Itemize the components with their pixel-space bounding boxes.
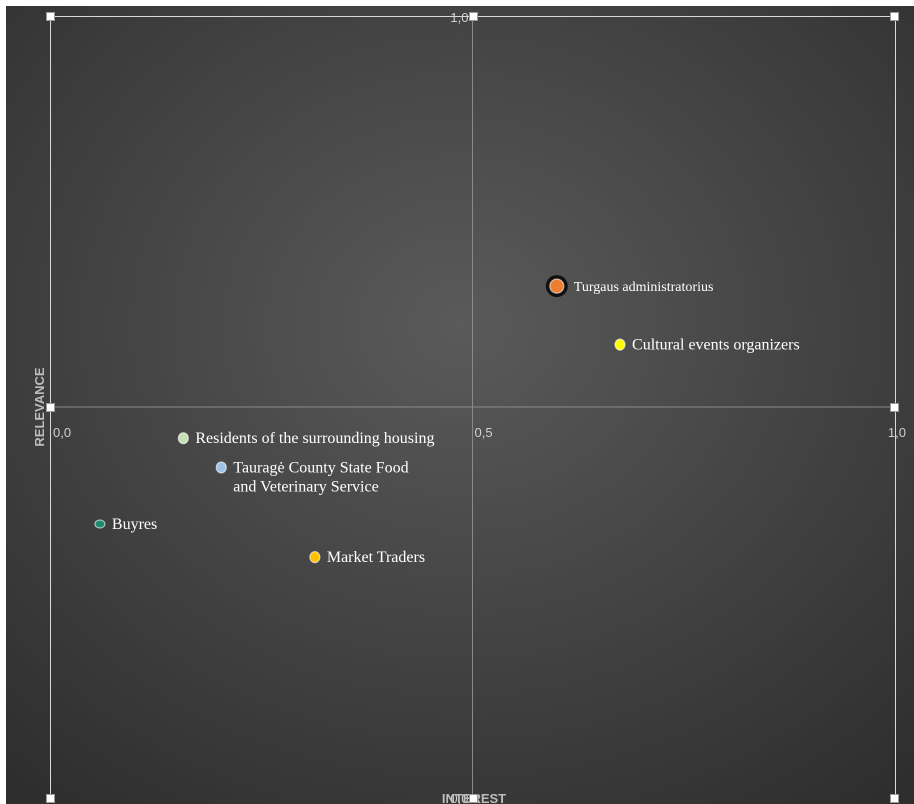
y-tick-label: 1,0 — [450, 10, 468, 25]
plot-background — [6, 6, 914, 804]
data-point — [309, 551, 321, 564]
point-label: Cultural events organizers — [632, 337, 800, 354]
point-label-line: and Veterinary Service — [233, 478, 378, 495]
x-tick-label: 0,0 — [53, 425, 71, 440]
data-point — [215, 461, 227, 474]
chart-area[interactable]: 0,0 0,5 1,0 1,0 0,0 Turgaus administratorius… — [0, 0, 914, 804]
resize-handle-top-center[interactable] — [469, 12, 478, 21]
point-label: Buyres — [112, 516, 157, 533]
point-label: Market Traders — [327, 549, 425, 566]
data-point — [177, 432, 189, 445]
resize-handle-top-right[interactable] — [890, 12, 899, 21]
point-label: Turgaus administratorius — [574, 280, 714, 295]
resize-handle-bottom-right[interactable] — [890, 794, 899, 803]
resize-handle-bottom-center[interactable] — [469, 794, 478, 803]
resize-handle-bottom-left[interactable] — [46, 794, 55, 803]
data-point — [614, 338, 626, 351]
scatter-chart: 0,0 0,5 1,01,00,0 Turgaus administratorius… — [6, 6, 914, 804]
data-point — [549, 278, 565, 294]
resize-handle-middle-left[interactable] — [46, 403, 55, 412]
point-label: Residents of the surrounding housing — [195, 430, 434, 447]
data-point — [94, 519, 106, 529]
x-tick-label: 1,0 — [888, 425, 906, 440]
resize-handle-top-left[interactable] — [46, 12, 55, 21]
resize-handle-middle-right[interactable] — [890, 403, 899, 412]
y-axis-title: RELEVANCE — [32, 367, 47, 447]
point-label-line: Tauragė County State Food — [233, 459, 408, 476]
x-tick-label: 0,5 — [475, 425, 493, 440]
